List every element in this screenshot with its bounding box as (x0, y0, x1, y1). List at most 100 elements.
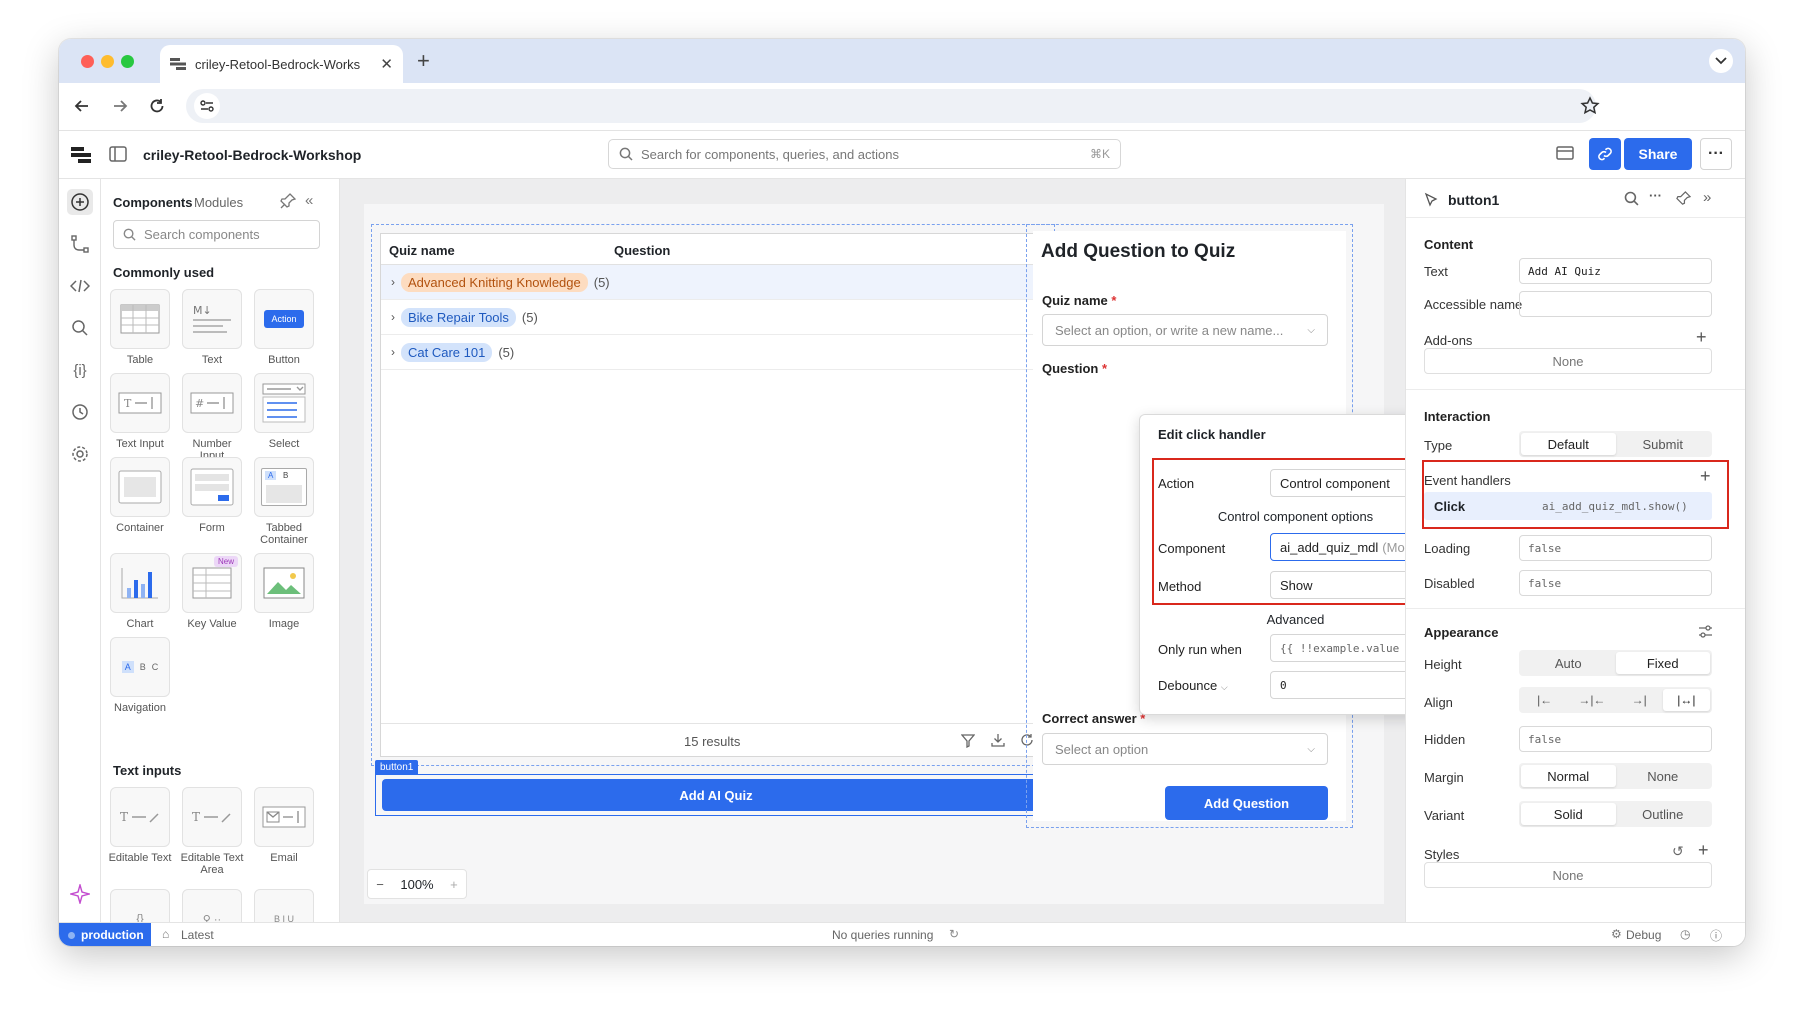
new-tab-button[interactable]: + (417, 48, 430, 74)
debounce-label[interactable]: Debounce ⌵ (1158, 678, 1228, 693)
address-bar[interactable] (186, 89, 1596, 123)
component-email[interactable]: Email (252, 787, 316, 864)
global-search-input[interactable]: Search for components, queries, and acti… (608, 139, 1121, 169)
component-editable-text-area[interactable]: T Editable Text Area (180, 787, 244, 876)
margin-toggle[interactable]: Normal None (1519, 763, 1712, 789)
margin-none[interactable]: None (1616, 765, 1711, 787)
component-text-input[interactable]: T Text Input (108, 373, 172, 450)
chevron-right-icon[interactable]: › (391, 345, 395, 359)
margin-normal[interactable]: Normal (1521, 765, 1616, 787)
zoom-out-icon[interactable]: − (376, 877, 384, 892)
component-text[interactable]: M↓ Text (180, 289, 244, 366)
align-left-icon[interactable]: |← (1521, 689, 1568, 711)
type-submit[interactable]: Submit (1616, 433, 1711, 455)
table-row[interactable]: › Cat Care 101 (5) (381, 335, 1047, 370)
add-question-button[interactable]: Add Question (1165, 786, 1328, 820)
more-icon[interactable]: ··· (1649, 188, 1662, 203)
chevron-right-icon[interactable]: › (391, 310, 395, 324)
component-rich-text[interactable]: B I U (252, 889, 316, 922)
sliders-icon[interactable] (1698, 625, 1713, 639)
debug-icon[interactable]: ⚙ (1611, 927, 1622, 941)
correct-answer-select[interactable]: Select an option ⌵ (1042, 733, 1328, 765)
hidden-input[interactable]: false (1519, 726, 1712, 752)
align-toggle[interactable]: |← →|← →| |↔| (1519, 687, 1712, 713)
component-button[interactable]: Action Button (252, 289, 316, 366)
close-window-button[interactable] (81, 55, 94, 68)
column-header-question[interactable]: Question (614, 243, 670, 258)
forward-arrow-icon[interactable] (111, 97, 129, 115)
variant-outline[interactable]: Outline (1616, 803, 1711, 825)
browser-tab[interactable]: criley-Retool-Bedrock-Works ✕ (160, 45, 403, 83)
component-image[interactable]: Image (252, 553, 316, 630)
history-icon[interactable] (67, 399, 93, 425)
filter-icon[interactable] (961, 734, 975, 748)
component-navigation[interactable]: A B C Navigation (108, 637, 172, 714)
table-row[interactable]: › Bike Repair Tools (5) (381, 300, 1047, 335)
height-toggle[interactable]: Auto Fixed (1519, 650, 1712, 676)
zoom-in-icon[interactable]: + (450, 877, 458, 892)
quiz-table[interactable]: Quiz name Question C › Advanced Knitting… (380, 233, 1048, 757)
assist-sparkle-icon[interactable] (67, 881, 93, 907)
tab-components[interactable]: Components (113, 195, 192, 210)
debug-label[interactable]: Debug (1626, 928, 1661, 942)
inspector-component-name[interactable]: button1 (1448, 192, 1499, 208)
close-tab-icon[interactable]: ✕ (380, 55, 393, 73)
component-number-input[interactable]: # Number Input (180, 373, 244, 462)
add-ai-quiz-button[interactable]: Add AI Quiz (382, 779, 1050, 811)
component-tabbed-container[interactable]: A B Tabbed Container (252, 457, 316, 546)
component-container[interactable]: Container (108, 457, 172, 534)
component-editable-text[interactable]: T Editable Text (108, 787, 172, 864)
text-input[interactable]: Add AI Quiz (1519, 258, 1712, 284)
copy-link-button[interactable] (1589, 138, 1621, 170)
chevron-right-icon[interactable]: › (391, 275, 395, 289)
accessible-name-input[interactable] (1519, 291, 1712, 317)
add-style-icon[interactable]: + (1698, 840, 1709, 861)
state-icon[interactable]: {i} (67, 357, 93, 383)
component-chart[interactable]: Chart (108, 553, 172, 630)
component-select[interactable]: Select (252, 373, 316, 450)
bookmark-star-icon[interactable] (1580, 96, 1600, 116)
download-icon[interactable] (991, 733, 1005, 747)
expand-panel-icon[interactable]: » (1703, 189, 1711, 206)
maximize-window-button[interactable] (121, 55, 134, 68)
component-table[interactable]: Table (108, 289, 172, 366)
sidebar-toggle-icon[interactable] (109, 146, 127, 162)
help-icon[interactable]: ⓘ (1710, 927, 1722, 944)
pin-icon[interactable] (280, 193, 296, 209)
share-button[interactable]: Share (1624, 138, 1692, 170)
environment-badge[interactable]: production (59, 923, 151, 946)
collapse-panel-icon[interactable]: « (305, 192, 313, 209)
version-label[interactable]: Latest (181, 928, 214, 942)
table-row[interactable]: › Advanced Knitting Knowledge (5) (381, 265, 1047, 300)
component-password[interactable]: ⚲ ·· (180, 889, 244, 922)
preview-icon[interactable] (1556, 146, 1574, 162)
tab-menu-icon[interactable] (1709, 49, 1733, 73)
pin-icon[interactable] (1676, 191, 1691, 206)
type-default[interactable]: Default (1521, 433, 1616, 455)
tab-modules[interactable]: Modules (194, 195, 243, 210)
align-stretch-icon[interactable]: |↔| (1662, 689, 1710, 711)
align-right-icon[interactable]: →| (1616, 689, 1663, 711)
retool-logo-icon[interactable] (71, 146, 91, 164)
site-settings-icon[interactable] (194, 93, 220, 119)
back-arrow-icon[interactable] (73, 97, 91, 115)
variant-solid[interactable]: Solid (1521, 803, 1616, 825)
search-icon[interactable] (1624, 191, 1639, 206)
align-center-icon[interactable]: →|← (1568, 689, 1615, 711)
minimize-window-button[interactable] (101, 55, 114, 68)
type-toggle[interactable]: Default Submit (1519, 431, 1712, 457)
variant-toggle[interactable]: Solid Outline (1519, 801, 1712, 827)
settings-gear-icon[interactable] (67, 441, 93, 467)
tree-icon[interactable] (67, 231, 93, 257)
reload-icon[interactable] (148, 97, 166, 115)
reset-styles-icon[interactable]: ↺ (1672, 843, 1684, 860)
column-header-quiz-name[interactable]: Quiz name (389, 243, 455, 258)
add-component-icon[interactable] (67, 189, 93, 215)
quiz-name-select[interactable]: Select an option, or write a new name...… (1042, 314, 1328, 346)
more-options-icon[interactable]: ··· (1700, 138, 1732, 170)
component-form[interactable]: Form (180, 457, 244, 534)
loading-input[interactable]: false (1519, 535, 1712, 561)
component-key-value[interactable]: New Key Value (180, 553, 244, 630)
component-search-input[interactable]: Search components (113, 220, 320, 249)
height-auto[interactable]: Auto (1521, 652, 1616, 674)
